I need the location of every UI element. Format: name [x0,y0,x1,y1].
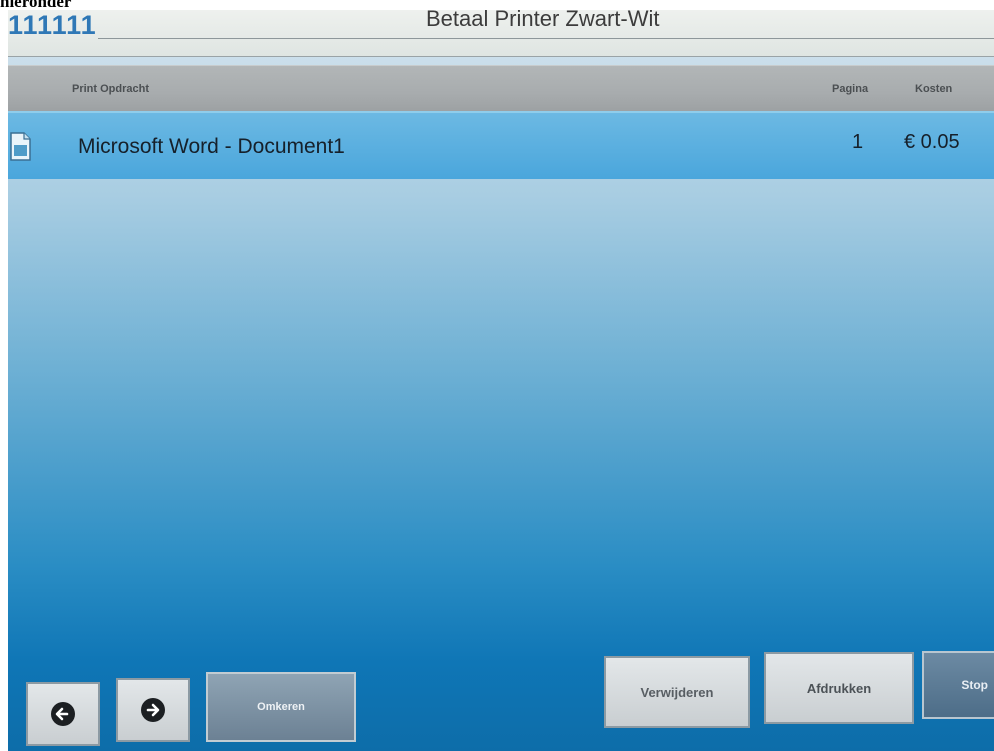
user-id: 111111 [8,10,97,40]
top-bar: 111111 Betaal Printer Zwart-Wit [8,10,994,57]
image-caption: nieronder [0,0,72,10]
title-divider [98,38,994,39]
undo-button[interactable]: Omkeren [206,672,356,742]
arrow-left-icon [51,702,75,726]
forward-button[interactable] [116,678,190,742]
table-row[interactable]: Microsoft Word - Document1 1 € 0.05 [8,111,994,179]
back-button[interactable] [26,682,100,746]
column-header-cost: Kosten [915,83,953,95]
table-header: Print Opdracht Pagina Kosten [8,65,994,111]
arrow-right-icon [141,698,165,722]
kiosk-screen: 111111 Betaal Printer Zwart-Wit Print Op… [8,10,994,751]
stop-button[interactable]: Stop [922,651,994,719]
column-header-print-job: Print Opdracht [72,83,150,95]
page-title: Betaal Printer Zwart-Wit [426,10,660,31]
job-name: Microsoft Word - Document1 [78,135,345,158]
delete-button[interactable]: Verwijderen [604,656,750,728]
print-button[interactable]: Afdrukken [764,652,914,724]
document-icon [10,132,31,161]
column-header-pages: Pagina [832,83,869,95]
job-pages: 1 [852,131,864,153]
job-cost: € 0.05 [904,131,960,153]
